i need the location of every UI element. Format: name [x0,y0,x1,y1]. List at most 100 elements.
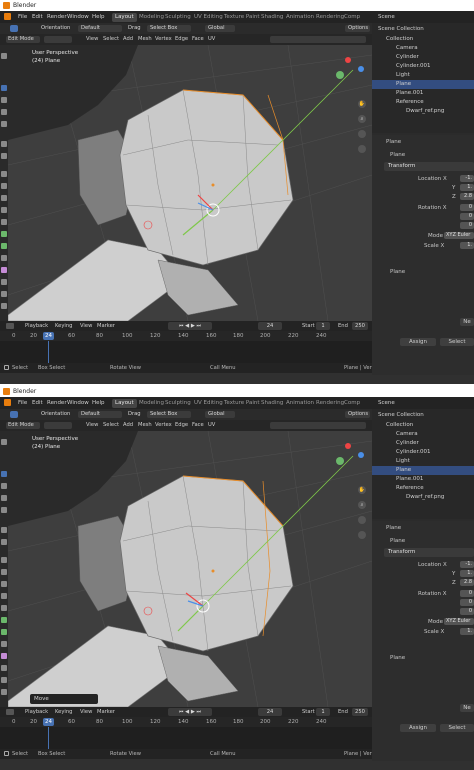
object-name-field[interactable]: Plane [386,139,401,145]
spin-tool-icon[interactable] [1,243,7,249]
scale-tool-icon[interactable] [1,495,7,501]
outliner-row-collection[interactable]: Collection [372,35,474,44]
timeline-track[interactable] [0,727,372,749]
outliner-row-light[interactable]: Light [372,71,474,80]
outliner-row-camera[interactable]: Camera [372,44,474,53]
knife-tool-icon[interactable] [1,605,7,611]
select-mode-buttons[interactable] [44,422,72,429]
location-x-field[interactable]: -1. [460,561,474,568]
object-name-field[interactable]: Plane [386,525,401,531]
rotation-mode-dropdown[interactable]: XYZ Euler [444,232,474,239]
location-z-field[interactable]: 2.8 [460,193,474,200]
extrude-tool-icon[interactable] [1,171,7,177]
material-name[interactable]: Plane [390,269,405,275]
rotate-tool-icon[interactable] [1,97,7,103]
playback-controls[interactable]: ⏮ ◀ ▶ ⏭ [168,322,212,330]
menu-edit[interactable]: Edit [32,400,43,406]
transform-tool-icon[interactable] [1,507,7,513]
assign-button[interactable]: Assign [400,724,436,732]
transform-section[interactable]: Transform [384,162,474,171]
end-field[interactable]: 250 [352,322,368,330]
tab-animation[interactable]: Animation [283,399,317,408]
current-frame-field[interactable]: 24 [258,708,282,716]
outliner-row-cylinder-001[interactable]: Cylinder.001 [372,62,474,71]
mode-dropdown[interactable]: Edit Mode [6,422,40,429]
pivot-dropdown[interactable]: Global [205,411,235,418]
menu-view[interactable]: View [84,36,100,43]
menu-window[interactable]: Window [67,14,89,20]
assign-button[interactable]: Assign [400,338,436,346]
menu-mesh[interactable]: Mesh [136,422,154,429]
scene-selector[interactable]: Scene [378,14,395,20]
outliner-row-cylinder-001[interactable]: Cylinder.001 [372,448,474,457]
tab-comp[interactable]: Comp [341,13,363,22]
drag-dropdown[interactable]: Select Box [147,411,191,418]
marker-menu[interactable]: Marker [97,709,115,715]
outliner-row-reference[interactable]: Reference [372,98,474,107]
orientation-dropdown[interactable]: Default [78,25,122,32]
move-tool-icon[interactable] [1,471,7,477]
drag-dropdown[interactable]: Select Box [147,25,191,32]
outliner-row-plane[interactable]: Plane [372,466,474,475]
outliner-row-plane[interactable]: Plane [372,80,474,89]
hand-pan-icon[interactable]: ✋ [358,486,366,494]
select-mode-icon[interactable] [10,25,18,32]
loop-cut-tool-icon[interactable] [1,593,7,599]
spin-tool-icon[interactable] [1,629,7,635]
mode-dropdown[interactable]: Edit Mode [6,36,40,43]
menu-help[interactable]: Help [92,400,105,406]
tab-animation[interactable]: Animation [283,13,317,22]
menu-edge[interactable]: Edge [173,36,190,43]
menu-file[interactable]: File [18,400,27,406]
current-frame-field[interactable]: 24 [258,322,282,330]
inset-tool-icon[interactable] [1,569,7,575]
tab-texture-paint[interactable]: Texture Paint [221,13,263,22]
zoom-icon[interactable]: ⌕ [358,501,366,509]
shading-buttons[interactable] [270,422,366,429]
outliner-row-dwarf-ref[interactable]: Dwarf_ref.png [372,107,474,116]
tab-sculpting[interactable]: Sculpting [162,13,194,22]
transform-tool-icon[interactable] [1,121,7,127]
rotation-z-field[interactable]: 0 [460,608,474,615]
measure-tool-icon[interactable] [1,153,7,159]
location-x-field[interactable]: -1. [460,175,474,182]
bevel-tool-icon[interactable] [1,195,7,201]
playback-menu[interactable]: Playback [25,323,48,329]
menu-edit[interactable]: Edit [32,14,43,20]
cursor-tool-icon[interactable] [1,439,7,445]
3d-viewport[interactable]: User Perspective (24) Plane ✋ ⌕ [8,45,372,321]
keying-menu[interactable]: Keying [55,709,72,715]
knife-tool-icon[interactable] [1,219,7,225]
start-field[interactable]: 1 [316,708,330,716]
grid-toggle-icon[interactable] [358,531,366,539]
inset-tool-icon[interactable] [1,183,7,189]
menu-face[interactable]: Face [190,36,206,43]
3d-viewport[interactable]: User Perspective (24) Plane ✋ ⌕ [8,431,372,707]
menu-render[interactable]: Render [47,14,67,20]
start-field[interactable]: 1 [316,322,330,330]
menu-render[interactable]: Render [47,400,67,406]
outliner-row-light[interactable]: Light [372,457,474,466]
scale-x-field[interactable]: 1. [460,628,474,635]
datablock-name[interactable]: Plane [390,538,405,544]
current-frame-marker[interactable]: 24 [43,718,54,726]
rotation-z-field[interactable]: 0 [460,222,474,229]
location-y-field[interactable]: 1. [460,570,474,577]
rip-tool-icon[interactable] [1,303,7,309]
menu-window[interactable]: Window [67,400,89,406]
new-button[interactable]: Ne [460,704,474,712]
rotation-y-field[interactable]: 0 [460,213,474,220]
rip-tool-icon[interactable] [1,689,7,695]
menu-edge[interactable]: Edge [173,422,190,429]
tab-layout[interactable]: Layout [112,399,137,408]
outliner-row-plane-001[interactable]: Plane.001 [372,89,474,98]
menu-add[interactable]: Add [121,36,135,43]
menu-uv[interactable]: UV [206,422,217,429]
end-field[interactable]: 250 [352,708,368,716]
playback-controls[interactable]: ⏮ ◀ ▶ ⏭ [168,708,212,716]
rotation-x-field[interactable]: 0 [460,590,474,597]
tab-comp[interactable]: Comp [341,399,363,408]
outliner-row-camera[interactable]: Camera [372,430,474,439]
blender-menu-icon[interactable] [4,13,11,20]
smooth-tool-icon[interactable] [1,255,7,261]
